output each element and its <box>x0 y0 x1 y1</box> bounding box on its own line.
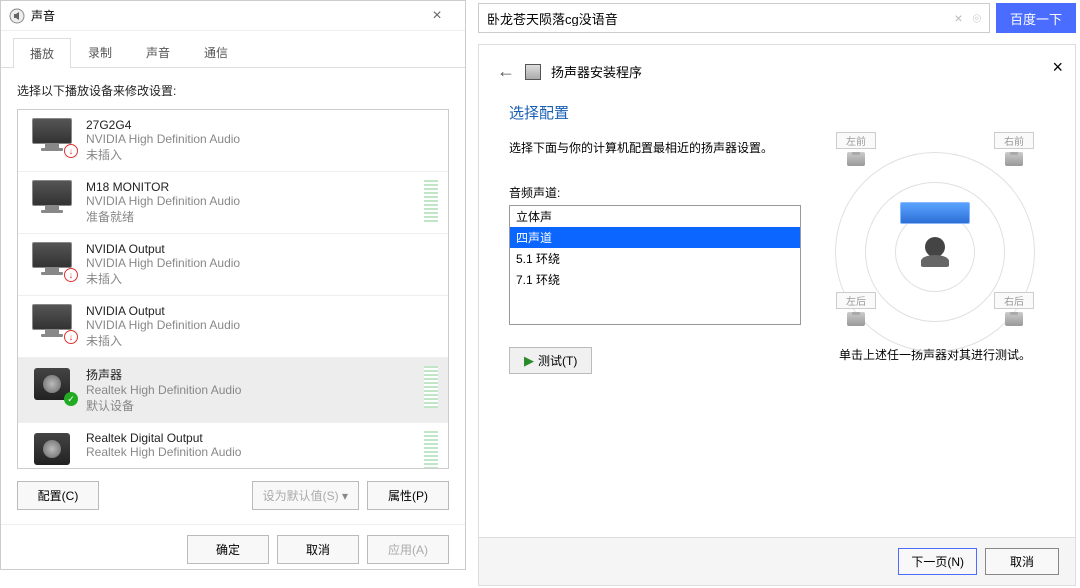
device-item[interactable]: ↓ 27G2G4NVIDIA High Definition Audio未插入 <box>18 110 448 172</box>
speaker-rear-left[interactable]: 左后 <box>836 292 876 326</box>
wizard-left-pane: 选择配置 选择下面与你的计算机配置最相近的扬声器设置。 音频声道: 立体声四声道… <box>509 102 801 374</box>
sound-tabs: 播放录制声音通信 <box>1 31 465 68</box>
sound-dialog-titlebar: 声音 × <box>1 1 465 31</box>
clear-icon[interactable]: × <box>954 10 962 27</box>
speaker-setup-wizard: ← 扬声器安装程序 × 选择配置 选择下面与你的计算机配置最相近的扬声器设置。 … <box>478 44 1076 586</box>
tab-录制[interactable]: 录制 <box>71 37 129 67</box>
device-item[interactable]: ↓ NVIDIA OutputNVIDIA High Definition Aud… <box>18 296 448 358</box>
set-default-button[interactable]: 设为默认值(S) <box>252 481 359 510</box>
check-icon: ✓ <box>64 392 78 406</box>
device-name: 扬声器 <box>86 366 418 383</box>
sound-dialog-title: 声音 <box>31 7 417 24</box>
device-name: 27G2G4 <box>86 118 438 132</box>
speaker-icon <box>847 152 865 166</box>
test-button-label: 测试(T) <box>538 352 577 369</box>
monitor-icon <box>28 180 76 218</box>
device-name: Realtek Digital Output <box>86 431 418 445</box>
wizard-description: 选择下面与你的计算机配置最相近的扬声器设置。 <box>509 139 801 156</box>
device-item[interactable]: ✓ 扬声器Realtek High Definition Audio默认设备 <box>18 358 448 423</box>
unplugged-icon: ↓ <box>64 144 78 158</box>
configure-button[interactable]: 配置(C) <box>17 481 99 510</box>
wizard-footer: 下一页(N) 取消 <box>479 537 1075 585</box>
ok-button[interactable]: 确定 <box>187 535 269 564</box>
device-item[interactable]: Realtek Digital OutputRealtek High Defin… <box>18 423 448 469</box>
close-icon[interactable]: × <box>417 7 457 25</box>
device-item[interactable]: ↓ NVIDIA OutputNVIDIA High Definition Aud… <box>18 234 448 296</box>
channel-listbox[interactable]: 立体声四声道5.1 环绕7.1 环绕 <box>509 205 801 325</box>
speaker-front-left[interactable]: 左前 <box>836 132 876 166</box>
device-sub: Realtek High Definition Audio <box>86 383 418 397</box>
close-icon[interactable]: × <box>1052 57 1063 78</box>
monitor-icon: ↓ <box>28 118 76 156</box>
apply-button[interactable]: 应用(A) <box>367 535 449 564</box>
speaker-front-right[interactable]: 右前 <box>994 132 1034 166</box>
device-status: 未插入 <box>86 332 438 349</box>
wizard-header: ← 扬声器安装程序 × <box>479 45 1075 92</box>
monitor-icon: ↓ <box>28 242 76 280</box>
device-item[interactable]: M18 MONITORNVIDIA High Definition Audio准… <box>18 172 448 234</box>
listener-screen <box>900 202 970 224</box>
device-sub: NVIDIA High Definition Audio <box>86 318 438 332</box>
unplugged-icon: ↓ <box>64 268 78 282</box>
speaker-icon <box>847 312 865 326</box>
wizard-title: 扬声器安装程序 <box>551 62 642 81</box>
device-name: NVIDIA Output <box>86 242 438 256</box>
speaker-icon <box>1005 312 1023 326</box>
listener-icon <box>918 237 952 271</box>
monitor-icon: ↓ <box>28 304 76 342</box>
device-status: 默认设备 <box>86 397 418 414</box>
tab-通信[interactable]: 通信 <box>187 37 245 67</box>
unplugged-icon: ↓ <box>64 330 78 344</box>
channel-option[interactable]: 5.1 环绕 <box>510 248 800 269</box>
baidu-search-button[interactable]: 百度一下 <box>996 3 1076 33</box>
browser-search-bar: × ⌾ 百度一下 <box>478 2 1076 34</box>
speaker-diagram: 左前 右前 左后 右后 <box>830 102 1040 332</box>
cancel-button[interactable]: 取消 <box>277 535 359 564</box>
tab-播放[interactable]: 播放 <box>13 38 71 68</box>
device-actions-row: 配置(C) 设为默认值(S) 属性(P) <box>17 481 449 510</box>
sound-dialog-footer: 确定 取消 应用(A) <box>1 524 465 574</box>
test-button[interactable]: ▶测试(T) <box>509 347 592 374</box>
wizard-heading: 选择配置 <box>509 102 801 123</box>
device-list[interactable]: ↓27G2G4NVIDIA High Definition Audio未插入M1… <box>17 109 449 469</box>
sound-dialog-body: 选择以下播放设备来修改设置: ↓27G2G4NVIDIA High Defini… <box>1 68 465 524</box>
device-status: 未插入 <box>86 146 438 163</box>
cancel-button[interactable]: 取消 <box>985 548 1059 575</box>
channel-option[interactable]: 四声道 <box>510 227 800 248</box>
device-status: 未插入 <box>86 270 438 287</box>
tab-声音[interactable]: 声音 <box>129 37 187 67</box>
device-sub: NVIDIA High Definition Audio <box>86 132 438 146</box>
sound-dialog: 声音 × 播放录制声音通信 选择以下播放设备来修改设置: ↓27G2G4NVID… <box>0 0 466 570</box>
back-arrow-icon[interactable]: ← <box>497 61 515 82</box>
playback-instruction: 选择以下播放设备来修改设置: <box>17 82 449 99</box>
channel-option[interactable]: 立体声 <box>510 206 800 227</box>
speaker-icon <box>525 64 541 80</box>
level-meter <box>424 431 438 469</box>
speaker-icon: ✓ <box>28 366 76 404</box>
search-box: × ⌾ <box>478 3 990 33</box>
speaker-rear-right[interactable]: 右后 <box>994 292 1034 326</box>
properties-button[interactable]: 属性(P) <box>367 481 449 510</box>
device-name: NVIDIA Output <box>86 304 438 318</box>
next-button[interactable]: 下一页(N) <box>898 548 977 575</box>
channel-label: 音频声道: <box>509 184 801 201</box>
level-meter <box>424 366 438 408</box>
search-actions: × ⌾ <box>954 10 981 27</box>
camera-icon[interactable]: ⌾ <box>973 10 981 27</box>
device-name: M18 MONITOR <box>86 180 418 194</box>
speaker-icon <box>28 431 76 469</box>
wizard-body: 选择配置 选择下面与你的计算机配置最相近的扬声器设置。 音频声道: 立体声四声道… <box>479 92 1075 384</box>
play-icon: ▶ <box>524 353 534 369</box>
device-sub: NVIDIA High Definition Audio <box>86 194 418 208</box>
device-sub: NVIDIA High Definition Audio <box>86 256 438 270</box>
channel-option[interactable]: 7.1 环绕 <box>510 269 800 290</box>
device-sub: Realtek High Definition Audio <box>86 445 418 459</box>
device-status: 准备就绪 <box>86 208 418 225</box>
speaker-icon <box>9 8 25 24</box>
search-input[interactable] <box>487 11 954 26</box>
level-meter <box>424 180 438 222</box>
speaker-icon <box>1005 152 1023 166</box>
wizard-right-pane: 左前 右前 左后 右后 单击上述任一扬声器对其进行测试。 <box>825 102 1045 374</box>
